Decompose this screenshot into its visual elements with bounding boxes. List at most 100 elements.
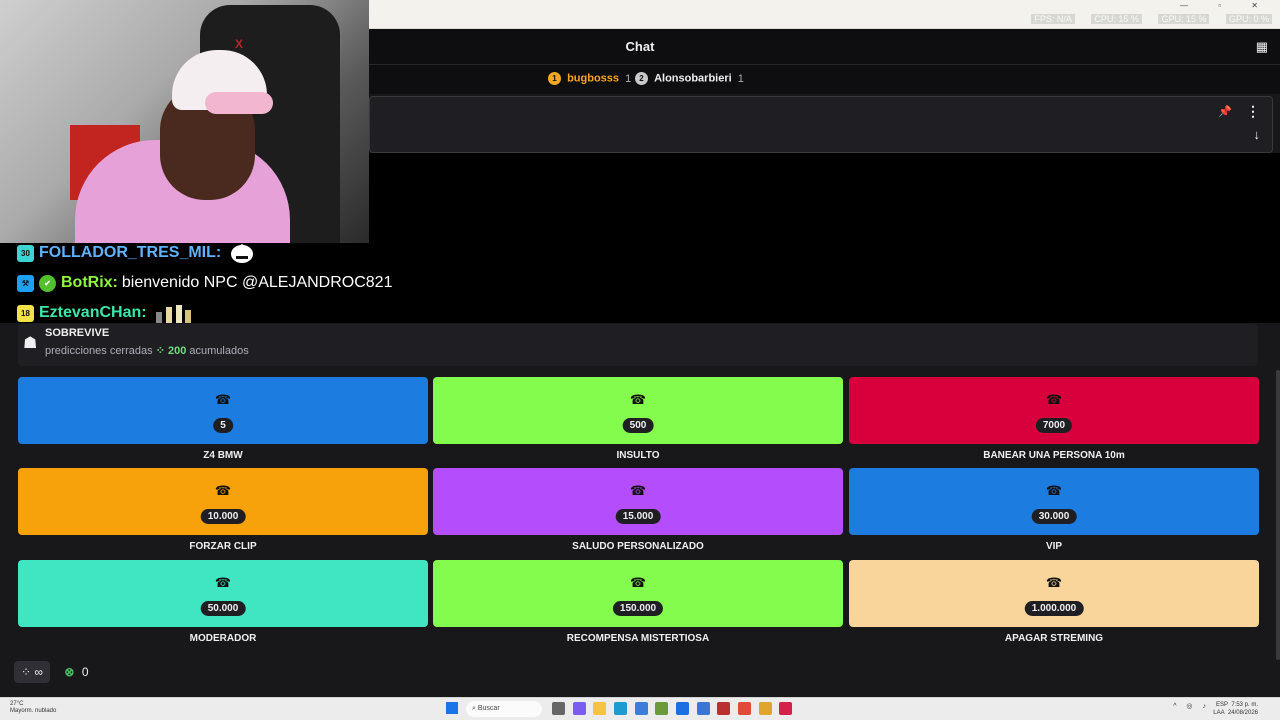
- taskbar-apps: [552, 702, 798, 717]
- leaderboard-entry[interactable]: 2 Alonsobarbieri 1: [635, 72, 744, 85]
- reward-cost: 7000: [1035, 418, 1073, 433]
- webcam-feed: X: [0, 0, 369, 243]
- reward-card[interactable]: ☎ 500: [433, 377, 843, 444]
- channel-points-button[interactable]: ⁘ ∞: [14, 661, 50, 683]
- chest-icon: ☎: [214, 392, 232, 407]
- x-coin-icon: ⊗: [64, 665, 75, 679]
- chat-overlay: 30 FOLLADOR_TRES_MIL: ⚒ ✔ BotRix: bienve…: [0, 243, 1280, 323]
- arrow-down-icon[interactable]: ↓: [1254, 127, 1261, 142]
- rank-badge-icon: 2: [635, 72, 648, 85]
- bot-badge-icon: ⚒: [17, 274, 34, 292]
- leaderboard-entry[interactable]: 1 bugbosss 1: [548, 72, 631, 85]
- chest-icon: ☎: [1045, 392, 1063, 407]
- chat-username: EztevanCHan:: [39, 304, 147, 321]
- leader-count: 1: [625, 72, 632, 85]
- points-value: ∞: [34, 665, 43, 679]
- prediction-suffix: acumulados: [189, 345, 249, 357]
- app-icon-3[interactable]: [717, 702, 731, 715]
- reward-item[interactable]: ☎ 7000 BANEAR UNA PERSONA 10m: [849, 377, 1259, 461]
- clock-time: 7:53 p. m.: [1231, 702, 1258, 708]
- reward-cost: 15.000: [615, 509, 661, 524]
- stat-gpu: GPU: 15 %: [1158, 14, 1210, 24]
- reward-item[interactable]: ☎ 10.000 FORZAR CLIP: [18, 468, 428, 552]
- app-icon[interactable]: [676, 702, 690, 715]
- store-icon[interactable]: [634, 702, 648, 715]
- app-icon-2[interactable]: [696, 702, 710, 715]
- reward-label: RECOMPENSA MISTERTIOSA: [566, 633, 710, 644]
- chat-username: BotRix:: [61, 274, 118, 291]
- weather-widget[interactable]: 27°C Mayorm. nublado: [10, 701, 56, 715]
- app-icon-4[interactable]: [758, 702, 772, 715]
- chest-icon: ☎: [214, 575, 232, 590]
- clock-date: 24/08/2026: [1227, 710, 1258, 716]
- window-controls[interactable]: — ▫ ✕: [1180, 1, 1272, 10]
- file-explorer-icon[interactable]: [552, 702, 565, 715]
- x-currency: ⊗ 0: [64, 665, 88, 679]
- emote-image: [227, 242, 257, 264]
- leader-name: bugbosss: [567, 72, 620, 85]
- chat-title: Chat: [625, 39, 655, 54]
- verified-badge-icon: ✔: [39, 274, 56, 292]
- reward-item[interactable]: ☎ 1.000.000 APAGAR STREMING: [849, 560, 1259, 644]
- points-balance: ⁘ ∞ ⊗ 0: [14, 661, 89, 687]
- reward-cost: 30.000: [1031, 509, 1077, 524]
- cap-brim: [205, 92, 273, 114]
- reward-cost: 150.000: [612, 601, 664, 616]
- chest-icon: ☎: [1045, 483, 1063, 498]
- reward-item[interactable]: ☎ 5 Z4 BMW: [18, 377, 428, 461]
- chair-logo: X: [235, 37, 244, 51]
- edge-icon[interactable]: [614, 702, 628, 715]
- system-clock[interactable]: ESP 7:53 p. m. LAA 24/08/2026: [1213, 701, 1258, 717]
- windows-start-icon[interactable]: [446, 702, 458, 714]
- performance-stats: FPS: N/A CPU: 15 % GPU: 15 % GPU: 0 %: [1017, 14, 1272, 24]
- prediction-icon: ☗: [23, 335, 38, 352]
- stream-screen: — ▫ ✕ FPS: N/A CPU: 15 % GPU: 15 % GPU: …: [0, 0, 1280, 720]
- reward-item[interactable]: ☎ 15.000 SALUDO PERSONALIZADO: [433, 468, 843, 552]
- lang-code-2: LAA: [1213, 710, 1225, 716]
- reward-card[interactable]: ☎ 50.000: [18, 560, 428, 627]
- chest-icon: ☎: [629, 575, 647, 590]
- leader-count: 1: [737, 72, 744, 85]
- reward-item[interactable]: ☎ 30.000 VIP: [849, 468, 1259, 552]
- taskbar-search[interactable]: ⌕ Buscar: [466, 701, 542, 717]
- prediction-points: 200: [167, 345, 187, 357]
- channel-points-icon: ⁘: [155, 345, 165, 357]
- reward-card[interactable]: ☎ 30.000: [849, 468, 1259, 535]
- reward-card[interactable]: ☎ 15.000: [433, 468, 843, 535]
- chat-leaderboard: 1 bugbosss 1 2 Alonsobarbieri 1: [369, 65, 1280, 94]
- lang-code: ESP: [1215, 702, 1228, 708]
- chat-message: 18 EztevanCHan:: [17, 303, 193, 323]
- more-options-icon[interactable]: ⋮: [1246, 103, 1260, 120]
- community-icon[interactable]: ▦: [1256, 39, 1268, 55]
- scrollbar[interactable]: [1276, 370, 1280, 660]
- reward-cost: 1.000.000: [1024, 601, 1084, 616]
- copilot-icon[interactable]: [572, 702, 586, 715]
- stat-gpu2: GPU: 0 %: [1225, 14, 1272, 24]
- reward-item[interactable]: ☎ 150.000 RECOMPENSA MISTERTIOSA: [433, 560, 843, 644]
- reward-item[interactable]: ☎ 500 INSULTO: [433, 377, 843, 461]
- x-count: 0: [81, 665, 89, 679]
- reward-card[interactable]: ☎ 1.000.000: [849, 560, 1259, 627]
- chrome-icon[interactable]: [738, 702, 752, 715]
- reward-card[interactable]: ☎ 7000: [849, 377, 1259, 444]
- reward-card[interactable]: ☎ 10.000: [18, 468, 428, 535]
- reward-item[interactable]: ☎ 50.000 MODERADOR: [18, 560, 428, 644]
- reward-label: VIP: [1045, 541, 1063, 552]
- prediction-status-text: predicciones cerradas: [45, 345, 153, 357]
- folder-icon[interactable]: [593, 702, 607, 715]
- tray-icons[interactable]: ^ ◎ ♪: [1173, 702, 1210, 710]
- reward-card[interactable]: ☎ 5: [18, 377, 428, 444]
- prediction-title: SOBREVIVE: [45, 327, 110, 339]
- minecraft-icon[interactable]: [655, 702, 669, 715]
- prediction-banner[interactable]: ☗ SOBREVIVE predicciones cerradas ⁘ 200 …: [18, 324, 1258, 366]
- reward-label: SALUDO PERSONALIZADO: [572, 541, 704, 552]
- chest-icon: ☎: [1045, 575, 1063, 590]
- reward-label: Z4 BMW: [203, 450, 243, 461]
- pin-icon[interactable]: 📌: [1218, 105, 1232, 118]
- browser-top-bar: — ▫ ✕ FPS: N/A CPU: 15 % GPU: 15 % GPU: …: [369, 0, 1280, 29]
- chest-icon: ☎: [629, 392, 647, 407]
- chest-icon: ☎: [214, 483, 232, 498]
- stat-fps: FPS: N/A: [1031, 14, 1075, 24]
- tiktok-icon[interactable]: [779, 702, 793, 715]
- reward-card[interactable]: ☎ 150.000: [433, 560, 843, 627]
